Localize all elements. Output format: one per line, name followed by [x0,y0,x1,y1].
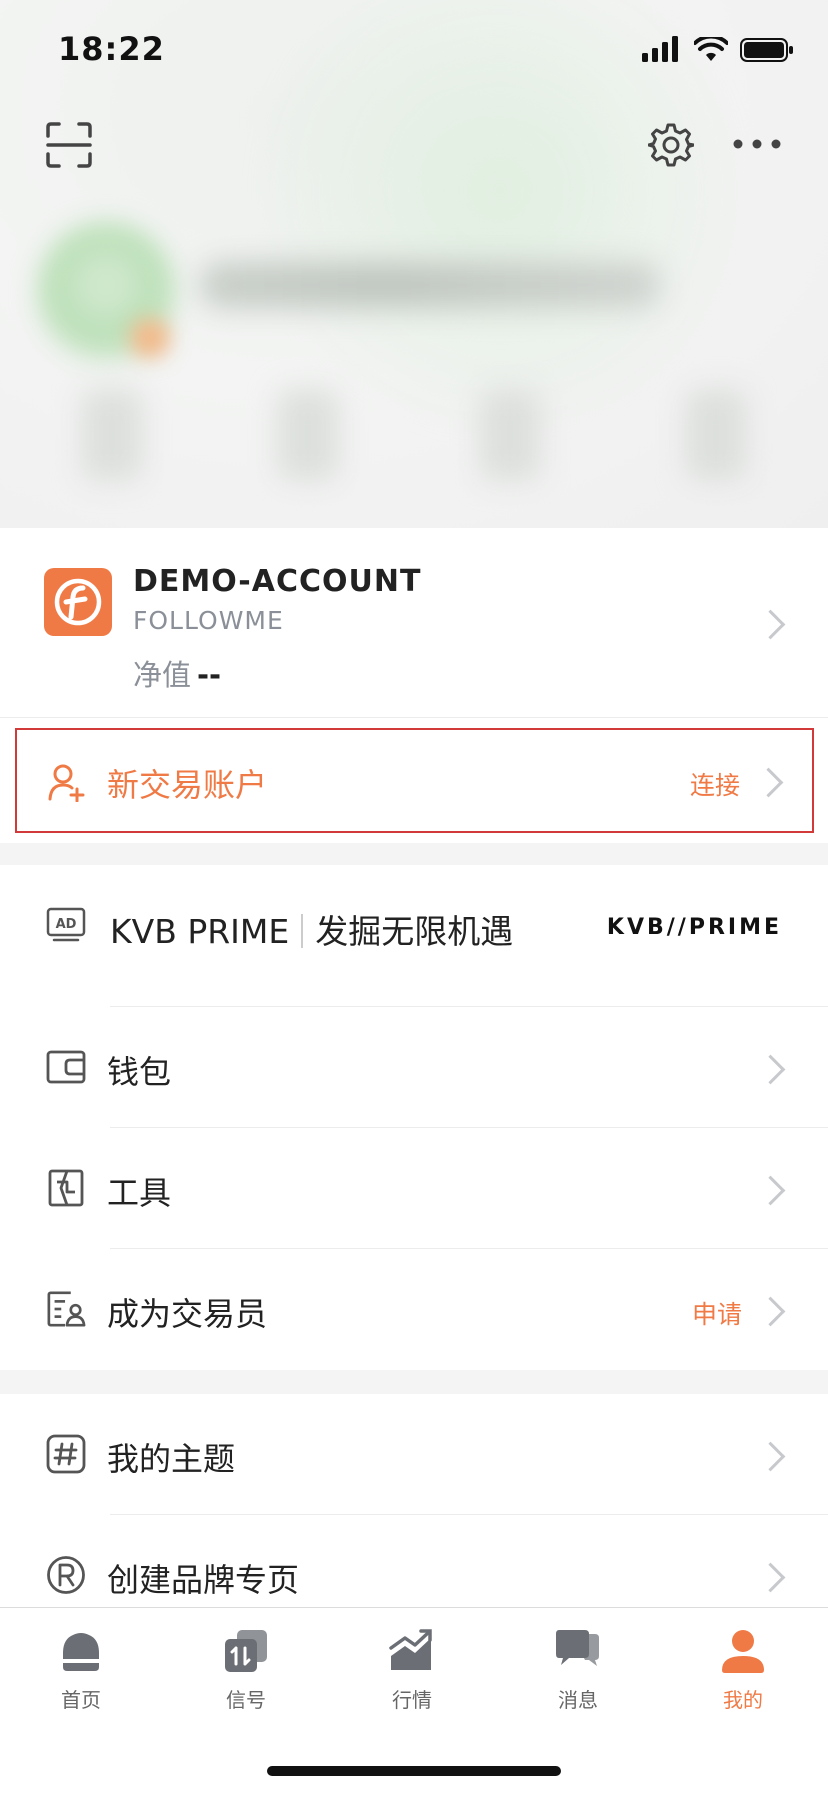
tab-label: 信号 [226,1688,266,1712]
trader-icon [46,1289,86,1329]
net-value: 净值 -- [133,652,221,694]
chevron-right-icon [755,1296,786,1327]
tab-signals[interactable]: 信号 [186,1628,306,1713]
tab-profile[interactable]: 我的 [683,1628,803,1713]
message-icon [555,1628,601,1674]
new-trading-account-row[interactable]: 新交易账户 连接 [15,728,814,833]
gear-icon[interactable] [646,120,696,170]
tab-label: 我的 [723,1688,763,1712]
menu-item-create-brand-page[interactable]: 创建品牌专页 [0,1515,828,1607]
chevron-right-icon [755,1562,786,1593]
home-icon [58,1628,104,1674]
ad-banner-row[interactable]: AD KVB PRIME 发掘无限机遇 KVB//PRIME [0,865,828,1005]
chevron-right-icon [755,1441,786,1472]
tab-market[interactable]: 行情 [352,1628,472,1713]
home-indicator [267,1766,561,1776]
profile-header [0,0,828,528]
signal-icon [223,1628,269,1674]
profile-icon [720,1628,766,1674]
tab-label: 消息 [558,1688,598,1712]
menu-item-label: 工具 [107,1174,172,1212]
tab-label: 首页 [61,1688,101,1712]
scan-icon[interactable] [44,120,94,170]
registered-icon [46,1555,86,1595]
ad-title: KVB PRIME [110,912,290,951]
menu-item-label: 成为交易员 [107,1295,268,1333]
ad-text: KVB PRIME 发掘无限机遇 [110,905,513,953]
wifi-icon [694,37,728,61]
tab-label: 行情 [392,1688,432,1712]
cellular-signal-icon [642,36,678,62]
chevron-right-icon [755,1054,786,1085]
connect-label[interactable]: 连接 [690,766,740,802]
chevron-right-icon [755,1175,786,1206]
apply-label[interactable]: 申请 [692,1295,742,1331]
chevron-right-icon [755,609,786,640]
ad-slogan: 发掘无限机遇 [315,912,514,951]
market-icon [389,1628,435,1674]
blurred-username [200,262,660,308]
chevron-right-icon [753,767,784,798]
menu-item-wallet[interactable]: 钱包 [0,1007,828,1127]
wallet-icon [46,1047,86,1087]
account-name: DEMO-ACCOUNT [133,564,422,599]
tab-home[interactable]: 首页 [21,1628,141,1713]
section-gap [0,1370,828,1394]
menu-item-label: 创建品牌专页 [107,1561,300,1599]
more-icon[interactable] [730,124,784,164]
account-card[interactable]: DEMO-ACCOUNT FOLLOWME 净值 -- [0,528,828,718]
tools-icon [46,1168,86,1208]
ad-separator [301,914,304,948]
status-time: 18:22 [58,30,165,68]
hashtag-icon [46,1434,86,1474]
blurred-stat-3 [480,390,540,480]
status-icons [642,36,794,64]
net-value-label: 净值 [133,658,192,692]
menu-item-label: 钱包 [107,1053,172,1091]
add-user-icon [47,762,87,806]
account-broker: FOLLOWME [133,606,284,635]
new-trading-account-label: 新交易账户 [107,766,268,804]
followme-logo-icon [44,568,112,636]
header-glow [250,0,750,440]
section-gap [0,843,828,865]
battery-icon [740,38,793,62]
net-value-amount: -- [197,658,222,692]
ad-icon: AD [46,905,86,945]
blurred-stat-1 [82,390,142,480]
avatar-badge [130,318,170,358]
blurred-stat-2 [278,390,338,480]
menu-item-tools[interactable]: 工具 [0,1128,828,1248]
tab-messages[interactable]: 消息 [518,1628,638,1713]
menu-item-label: 我的主题 [107,1440,236,1478]
svg-text:AD: AD [56,917,77,932]
menu-item-my-topics[interactable]: 我的主题 [0,1394,828,1514]
menu-item-become-trader[interactable]: 成为交易员 申请 [0,1249,828,1369]
divider [0,717,828,718]
kvb-prime-logo: KVB//PRIME [606,915,782,940]
blurred-stat-4 [686,390,746,480]
